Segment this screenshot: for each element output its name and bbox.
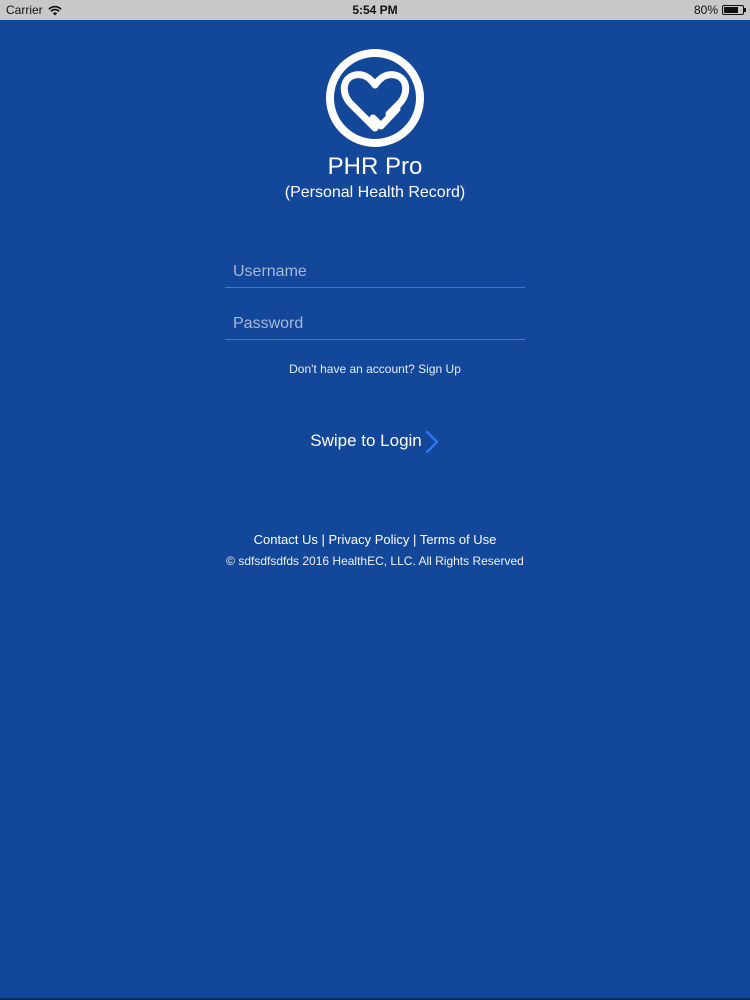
swipe-to-login[interactable]: Swipe to Login [0,428,750,454]
chevron-right-icon [425,430,438,454]
contact-us-link[interactable]: Contact Us [254,532,318,547]
status-right: 80% [693,3,746,17]
terms-of-use-link[interactable]: Terms of Use [420,532,497,547]
swipe-label: Swipe to Login [310,431,422,450]
app-subtitle: (Personal Health Record) [284,184,466,201]
footer-separator: | [409,532,420,547]
copyright-text: © sdfsdfsdfds 2016 HealthEC, LLC. All Ri… [226,554,524,568]
heart-check-icon [326,49,424,147]
signup-link[interactable]: Sign Up [418,362,461,376]
password-field-container [225,308,525,340]
footer-links: Contact Us | Privacy Policy | Terms of U… [0,532,750,547]
password-input[interactable] [225,308,525,339]
signup-prefix: Don't have an account? [289,362,419,376]
signup-prompt: Don't have an account? Sign Up [0,362,750,376]
footer-separator: | [317,532,329,547]
status-time: 5:54 PM [352,3,398,17]
privacy-policy-link[interactable]: Privacy Policy [329,532,410,547]
battery-percent: 80% [693,3,718,17]
battery-icon [722,5,746,15]
status-bar: Carrier 5:54 PM 80% [0,0,750,20]
battery-level [724,7,738,13]
username-field-container [225,256,525,288]
app-title: PHR Pro [327,153,423,180]
username-input[interactable] [225,256,525,287]
